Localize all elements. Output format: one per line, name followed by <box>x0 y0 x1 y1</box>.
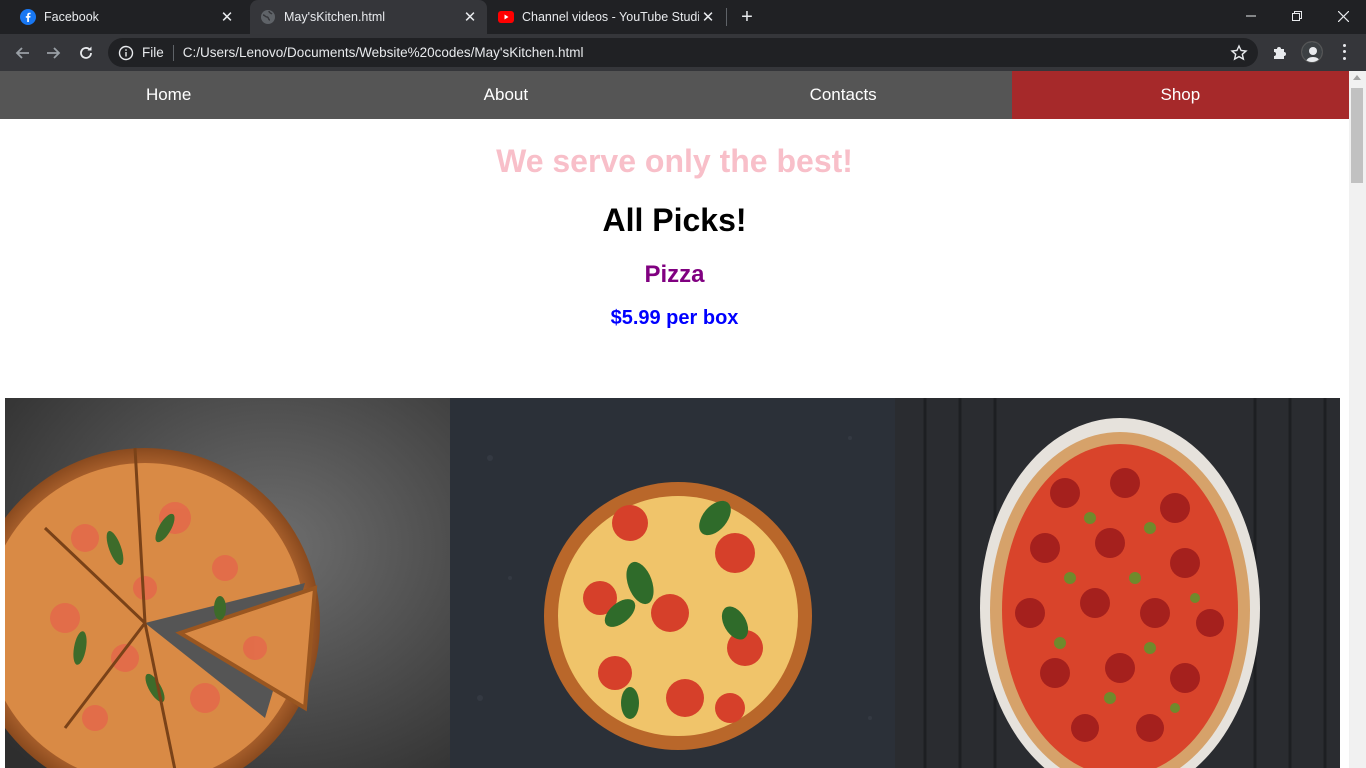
tagline: We serve only the best! <box>496 143 853 179</box>
pizza-gallery <box>5 398 1340 768</box>
tab-title: Facebook <box>44 10 99 24</box>
address-bar[interactable]: File C:/Users/Lenovo/Documents/Website%2… <box>108 38 1258 67</box>
tab-title: Channel videos - YouTube Studio <box>522 10 699 24</box>
tab-facebook[interactable]: Facebook ✕ <box>0 0 244 34</box>
url-text[interactable]: C:/Users/Lenovo/Documents/Website%20code… <box>183 45 584 60</box>
scroll-up-arrow-icon[interactable] <box>1353 75 1361 80</box>
facebook-icon <box>20 9 36 25</box>
reload-button[interactable] <box>73 40 99 66</box>
product-price: $5.99 per box <box>610 307 739 329</box>
close-window-button[interactable] <box>1320 0 1366 32</box>
new-tab-button[interactable]: + <box>737 7 757 27</box>
browser-chrome: Facebook ✕ May'sKitchen.html ✕ Channel v… <box>0 0 1366 71</box>
back-button[interactable] <box>9 40 35 66</box>
scheme-label: File <box>142 45 164 60</box>
scrollbar-thumb[interactable] <box>1351 88 1363 183</box>
bookmark-star-icon[interactable] <box>1230 44 1248 62</box>
close-tab-icon[interactable]: ✕ <box>218 8 236 26</box>
nav-home[interactable]: Home <box>0 71 337 119</box>
site-navbar: Home About Contacts Shop <box>0 71 1349 119</box>
restore-button[interactable] <box>1274 0 1320 32</box>
tab-mayskitchen[interactable]: May'sKitchen.html ✕ <box>250 0 487 34</box>
omnibox-divider <box>172 44 174 61</box>
close-tab-icon[interactable]: ✕ <box>461 8 479 26</box>
page-viewport: Home About Contacts Shop We serve only t… <box>0 71 1349 768</box>
extensions-puzzle-icon[interactable] <box>1271 43 1289 61</box>
nav-contacts[interactable]: Contacts <box>675 71 1012 119</box>
tab-strip: Facebook ✕ May'sKitchen.html ✕ Channel v… <box>0 0 1366 34</box>
minimize-button[interactable] <box>1228 0 1274 32</box>
browser-menu-icon[interactable] <box>1336 42 1352 62</box>
profile-avatar[interactable] <box>1301 41 1323 63</box>
tab-title: May'sKitchen.html <box>284 10 386 24</box>
page-heading: All Picks! <box>602 202 747 238</box>
tab-separator <box>726 8 727 26</box>
info-icon[interactable] <box>118 45 134 61</box>
close-tab-icon[interactable]: ✕ <box>699 8 717 26</box>
pizza-image-3 <box>895 398 1340 768</box>
product-name: Pizza <box>644 261 705 288</box>
pizza-image-2 <box>450 398 895 768</box>
youtube-icon <box>498 9 514 25</box>
nav-about[interactable]: About <box>337 71 674 119</box>
forward-button[interactable] <box>41 40 67 66</box>
globe-icon <box>260 9 276 25</box>
nav-shop[interactable]: Shop <box>1011 71 1349 119</box>
page-scrollbar[interactable] <box>1349 71 1366 768</box>
tab-youtube-studio[interactable]: Channel videos - YouTube Studio ✕ <box>488 0 725 34</box>
browser-toolbar: File C:/Users/Lenovo/Documents/Website%2… <box>0 34 1366 71</box>
pizza-image-1 <box>5 398 450 768</box>
